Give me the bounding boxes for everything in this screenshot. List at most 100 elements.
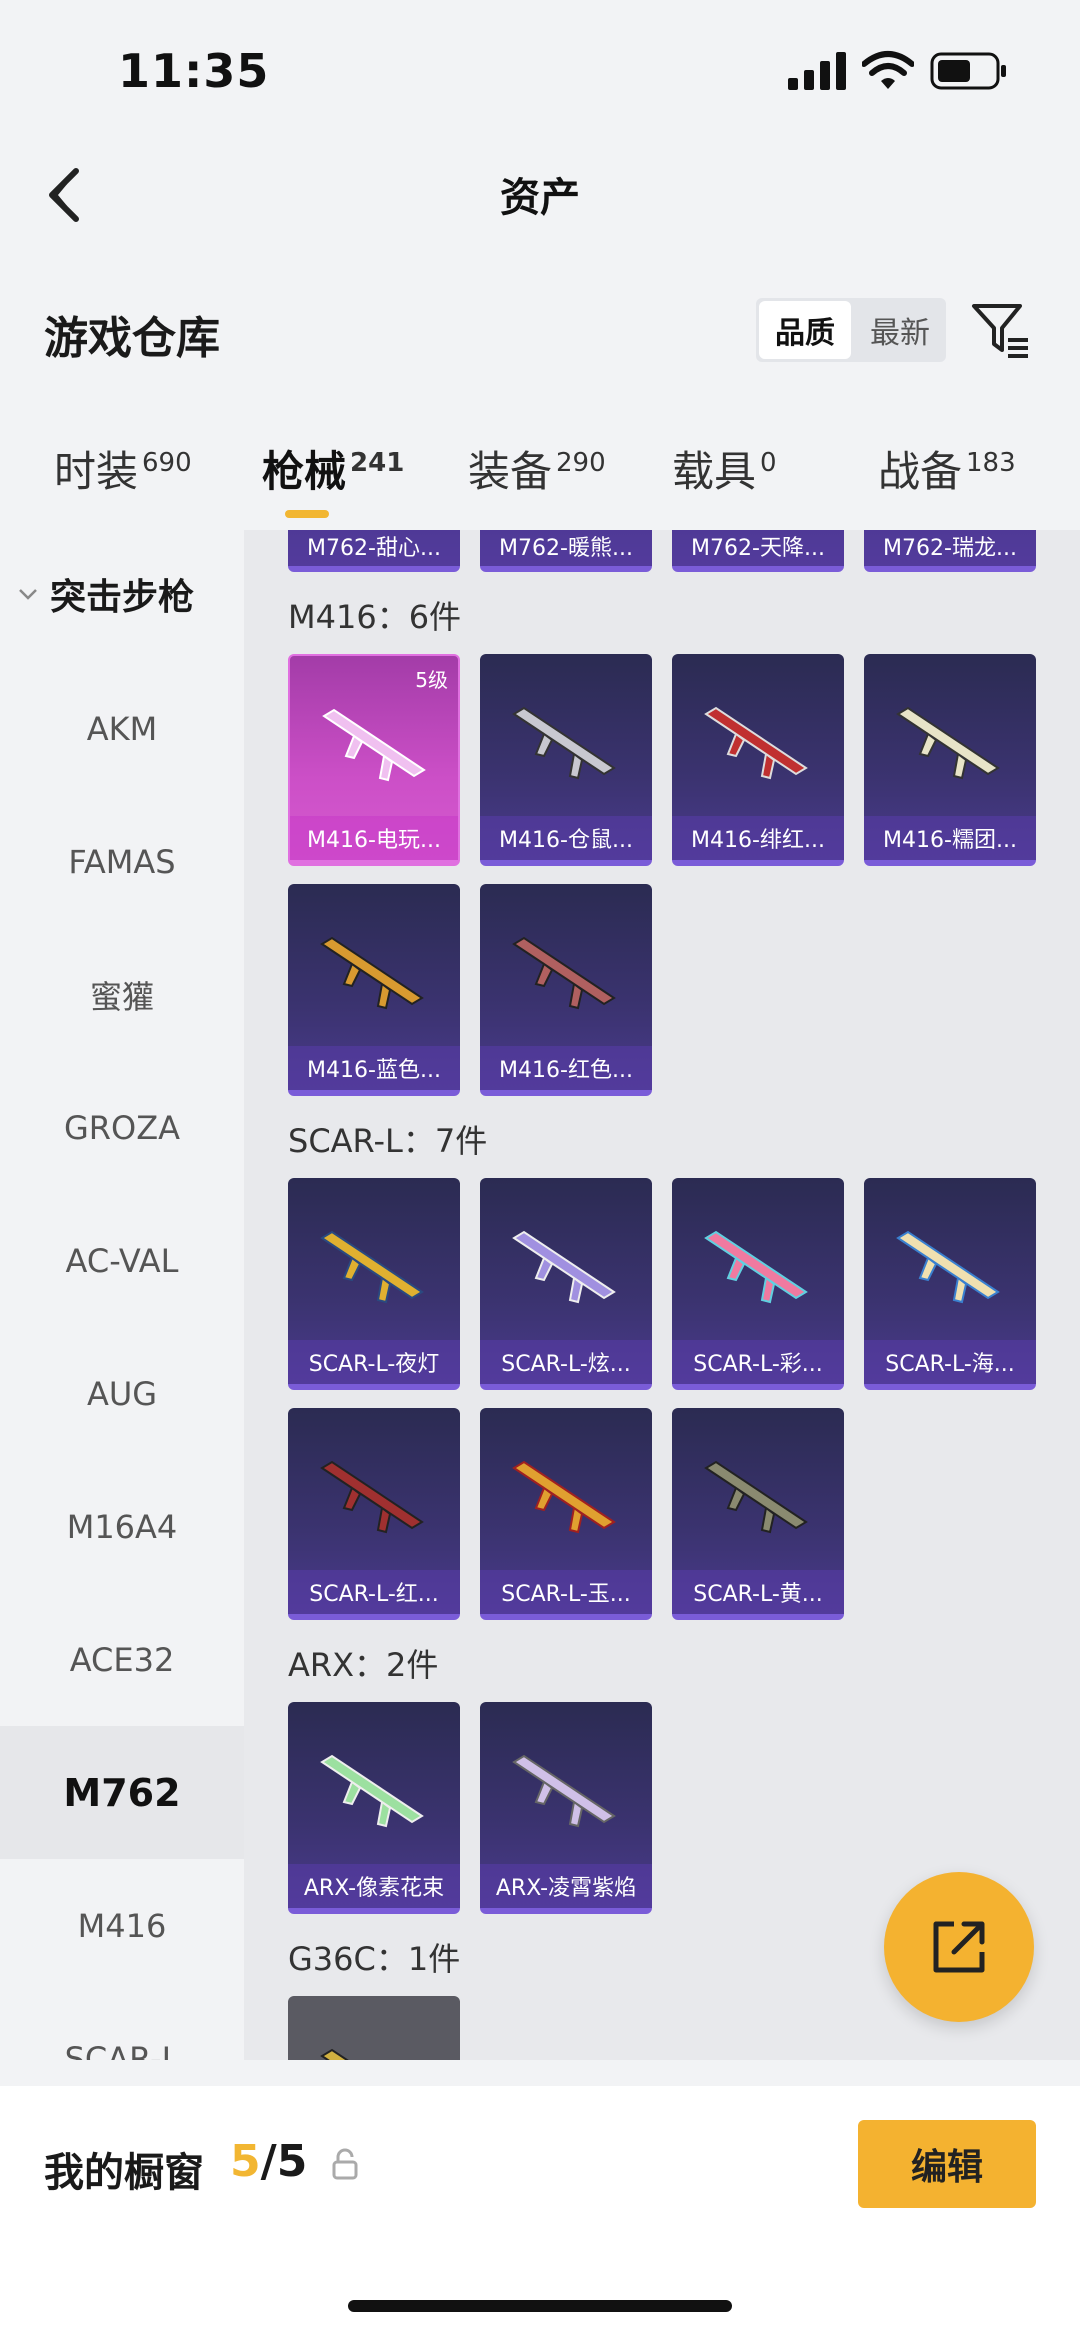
- sort-latest-button[interactable]: 最新: [854, 298, 946, 362]
- tab-equipment[interactable]: 装备 290: [468, 438, 606, 499]
- sidebar-item-ac-val[interactable]: AC-VAL: [0, 1194, 244, 1327]
- weapon-name: SCAR-L-夜灯: [288, 1340, 460, 1384]
- edit-button[interactable]: 编辑: [858, 2120, 1036, 2208]
- weapon-card[interactable]: SCAR-L-黄...: [672, 1408, 844, 1620]
- status-time: 11:35: [118, 44, 270, 98]
- weapon-card[interactable]: M762-天降...: [672, 530, 844, 572]
- battery-icon: [930, 52, 1006, 90]
- warehouse-title: 游戏仓库: [44, 313, 220, 364]
- weapon-card[interactable]: ARX-像素花束: [288, 1702, 460, 1914]
- weapon-card[interactable]: M416-红色...: [480, 884, 652, 1096]
- weapon-card[interactable]: M762-瑞龙...: [864, 530, 1036, 572]
- weapon-name: M762-瑞龙...: [864, 530, 1036, 566]
- rifle-icon: [512, 1754, 616, 1828]
- rifle-icon: [512, 936, 616, 1010]
- home-indicator: [348, 2300, 732, 2312]
- section-label-m416: M416：6件: [288, 598, 462, 636]
- tab-count: 183: [966, 448, 1016, 478]
- share-button[interactable]: [884, 1872, 1034, 2022]
- weapon-card[interactable]: M416-蓝色...: [288, 884, 460, 1096]
- weapon-card[interactable]: M416-绯红...: [672, 654, 844, 866]
- tab-fashion[interactable]: 时装 690: [54, 438, 192, 499]
- tab-vehicles[interactable]: 载具 0: [672, 438, 777, 499]
- showcase-label: 我的橱窗: [44, 2150, 204, 2196]
- signal-icon: [788, 52, 846, 90]
- weapon-card[interactable]: SCAR-L-玉...: [480, 1408, 652, 1620]
- weapon-name: SCAR-L-玉...: [480, 1570, 652, 1614]
- tab-supplies[interactable]: 战备 183: [878, 438, 1016, 499]
- tab-label: 战备: [878, 447, 963, 496]
- weapon-card[interactable]: M416-糯团...: [864, 654, 1036, 866]
- weapon-name: M762-暖熊...: [480, 530, 652, 566]
- weapon-name: SCAR-L-彩...: [672, 1340, 844, 1384]
- weapon-card[interactable]: M762-甜心...: [288, 530, 460, 572]
- filter-icon[interactable]: [970, 300, 1032, 362]
- sort-quality-button[interactable]: 品质: [759, 301, 851, 359]
- page-title: 资产: [500, 175, 580, 221]
- weapon-name: SCAR-L-炫...: [480, 1340, 652, 1384]
- weapon-card[interactable]: SCAR-L-海...: [864, 1178, 1036, 1390]
- sidebar-item-honey-badger[interactable]: 蜜獾: [0, 928, 244, 1061]
- tab-label: 枪械: [262, 447, 347, 496]
- rifle-icon: [322, 708, 426, 782]
- chevron-down-icon: [19, 589, 37, 600]
- sidebar-category[interactable]: 突击步枪: [16, 568, 194, 620]
- sidebar-item-akm[interactable]: AKM: [0, 662, 244, 795]
- sidebar-category-label: 突击步枪: [50, 577, 195, 618]
- rifle-icon: [320, 1754, 424, 1828]
- weapon-name: M416-糯团...: [864, 816, 1036, 860]
- rifle-icon: [320, 1230, 424, 1304]
- tab-count: 241: [350, 448, 405, 478]
- category-tabs: 时装 690 枪械 241 装备 290 载具 0 战备 183: [0, 420, 1080, 530]
- active-tab-indicator: [285, 510, 329, 518]
- tab-label: 时装: [54, 447, 139, 496]
- weapon-grid: M762-甜心... M762-暖熊... M762-天降... M762-瑞龙…: [244, 530, 1080, 2060]
- sidebar-item-m762[interactable]: M762: [0, 1726, 244, 1859]
- showcase-used: 5: [230, 2136, 261, 2187]
- weapon-name: M416-蓝色...: [288, 1046, 460, 1090]
- tab-count: 290: [556, 448, 606, 478]
- tab-guns[interactable]: 枪械 241: [262, 438, 404, 499]
- rifle-icon: [320, 936, 424, 1010]
- warehouse-header: 游戏仓库 品质 最新: [0, 270, 1080, 390]
- sidebar-item-ace32[interactable]: ACE32: [0, 1593, 244, 1726]
- rifle-icon: [320, 1460, 424, 1534]
- weapon-card[interactable]: 5级 M416-电玩...: [288, 654, 460, 866]
- weapon-name: ARX-凌霄紫焰: [480, 1864, 652, 1908]
- rifle-icon: [896, 706, 1000, 780]
- status-bar: 11:35: [0, 0, 1080, 140]
- weapon-name: SCAR-L-海...: [864, 1340, 1036, 1384]
- weapon-card[interactable]: M416-仓鼠...: [480, 654, 652, 866]
- share-icon: [933, 1921, 985, 1973]
- sidebar-item-groza[interactable]: GROZA: [0, 1061, 244, 1194]
- weapon-name: SCAR-L-红...: [288, 1570, 460, 1614]
- weapon-card[interactable]: SCAR-L-彩...: [672, 1178, 844, 1390]
- weapon-sidebar: 突击步枪 AKM FAMAS 蜜獾 GROZA AC-VAL AUG M16A4…: [0, 530, 244, 2060]
- sidebar-item-scar-l[interactable]: SCAR-L: [0, 1992, 244, 2061]
- rifle-icon: [512, 1230, 616, 1304]
- rifle-icon: [704, 1230, 808, 1304]
- sidebar-item-m416[interactable]: M416: [0, 1859, 244, 1992]
- weapon-card[interactable]: SCAR-L-炫...: [480, 1178, 652, 1390]
- rifle-icon: [704, 706, 808, 780]
- weapon-card[interactable]: SCAR-L-夜灯: [288, 1178, 460, 1390]
- nav-bar: 资产: [0, 140, 1080, 250]
- showcase-count: 5/5: [230, 2136, 307, 2187]
- wifi-icon: [862, 51, 914, 89]
- sidebar-item-famas[interactable]: FAMAS: [0, 795, 244, 928]
- weapon-name: M762-甜心...: [288, 530, 460, 566]
- weapon-name: M416-电玩...: [290, 816, 458, 860]
- tab-count: 0: [760, 448, 777, 478]
- section-label-scar-l: SCAR-L：7件: [288, 1122, 488, 1160]
- weapon-card[interactable]: SCAR-L-红...: [288, 1408, 460, 1620]
- sidebar-item-m16a4[interactable]: M16A4: [0, 1460, 244, 1593]
- rifle-icon: [320, 2048, 349, 2060]
- weapon-name: M416-仓鼠...: [480, 816, 652, 860]
- weapon-card[interactable]: ARX-凌霄紫焰: [480, 1702, 652, 1914]
- weapon-card[interactable]: M762-暖熊...: [480, 530, 652, 572]
- sort-toggle: 品质 最新: [756, 298, 946, 362]
- sidebar-item-aug[interactable]: AUG: [0, 1327, 244, 1460]
- rifle-icon: [896, 1230, 1000, 1304]
- weapon-card[interactable]: [288, 1996, 460, 2060]
- weapon-name: ARX-像素花束: [288, 1864, 460, 1908]
